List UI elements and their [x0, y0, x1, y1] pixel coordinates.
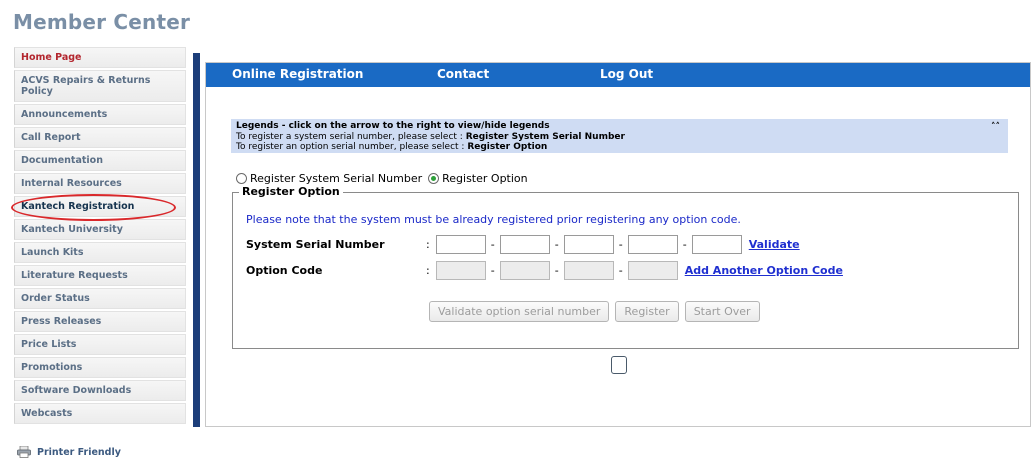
sidebar-item-announcements[interactable]: Announcements	[14, 104, 186, 125]
sidebar-divider	[193, 53, 200, 427]
legend-box: Legends - click on the arrow to the righ…	[231, 119, 1008, 153]
sidebar-item-label: Literature Requests	[21, 270, 128, 281]
validate-link[interactable]: Validate	[749, 238, 800, 251]
nav-contact[interactable]: Contact	[437, 67, 489, 81]
sidebar-item-order-status[interactable]: Order Status	[14, 288, 186, 309]
add-another-option-link[interactable]: Add Another Option Code	[685, 264, 843, 277]
serial-segment-5-input[interactable]	[691, 234, 742, 254]
sidebar-item-label: Home Page	[21, 52, 82, 63]
sidebar-item-literature-requests[interactable]: Literature Requests	[14, 265, 186, 286]
sidebar-item-home-page[interactable]: Home Page	[14, 47, 186, 68]
dash: -	[682, 237, 687, 251]
option-code-row: Option Code : - - - Add Another Option C…	[246, 260, 843, 280]
radio-label-option: Register Option	[442, 172, 528, 185]
register-option-fieldset: Register Option Please note that the sys…	[232, 185, 1019, 349]
toggle-button[interactable]	[611, 356, 627, 374]
dash: -	[618, 237, 623, 251]
dash: -	[618, 263, 623, 277]
radio-register-option[interactable]	[428, 173, 440, 184]
sidebar-item-call-report[interactable]: Call Report	[14, 127, 186, 148]
serial-segment-1-input[interactable]	[435, 234, 486, 254]
colon: :	[426, 263, 430, 277]
sidebar-item-label: Call Report	[21, 132, 81, 143]
registration-mode-group: Register System Serial Number Register O…	[236, 172, 534, 185]
start-over-button[interactable]: Start Over	[684, 301, 760, 322]
fieldset-legend: Register Option	[239, 185, 343, 198]
nav-logout[interactable]: Log Out	[600, 67, 653, 81]
sidebar-item-acvs-repairs[interactable]: ACVS Repairs & Returns Policy	[14, 70, 186, 102]
sidebar-item-label: Documentation	[21, 155, 103, 166]
sidebar-item-label: Software Downloads	[21, 385, 132, 396]
sidebar-item-label: ACVS Repairs & Returns Policy	[21, 75, 151, 97]
sidebar-item-press-releases[interactable]: Press Releases	[14, 311, 186, 332]
collapse-arrows-icon[interactable]: ˄˄	[991, 122, 1000, 133]
sidebar-item-promotions[interactable]: Promotions	[14, 357, 186, 378]
dash: -	[554, 237, 559, 251]
printer-friendly-label: Printer Friendly	[37, 446, 121, 458]
sidebar-item-webcasts[interactable]: Webcasts	[14, 403, 186, 424]
top-nav: Online Registration Contact Log Out	[206, 63, 1030, 87]
page-title: Member Center	[13, 10, 191, 34]
sidebar-item-internal-resources[interactable]: Internal Resources	[14, 173, 186, 194]
legend-line-1: To register a system serial number, plea…	[236, 132, 1003, 143]
colon: :	[426, 237, 430, 251]
nav-online-registration[interactable]: Online Registration	[232, 67, 363, 81]
serial-segment-3-input[interactable]	[563, 234, 614, 254]
option-segment-4-input[interactable]	[627, 260, 678, 280]
sidebar-item-software-downloads[interactable]: Software Downloads	[14, 380, 186, 401]
option-segment-2-input[interactable]	[499, 260, 550, 280]
legend-title: Legends - click on the arrow to the righ…	[236, 121, 550, 131]
option-segment-1-input[interactable]	[435, 260, 486, 280]
legend-line-1-text: To register a system serial number, plea…	[236, 131, 463, 142]
sidebar-item-label: Announcements	[21, 109, 108, 120]
sidebar-item-label: Price Lists	[21, 339, 77, 350]
serial-number-row: System Serial Number : - - - - Validate	[246, 234, 800, 254]
notice-text: Please note that the system must be alre…	[246, 213, 741, 226]
sidebar-item-label: Launch Kits	[21, 247, 84, 258]
sidebar-item-label: Webcasts	[21, 408, 73, 419]
sidebar-item-launch-kits[interactable]: Launch Kits	[14, 242, 186, 263]
validate-option-button[interactable]: Validate option serial number	[429, 301, 610, 322]
serial-segment-4-input[interactable]	[627, 234, 678, 254]
dash: -	[490, 263, 495, 277]
highlight-annotation	[11, 194, 176, 221]
button-row: Validate option serial number Register S…	[429, 301, 760, 322]
radio-label-system-serial: Register System Serial Number	[250, 172, 423, 185]
serial-segment-2-input[interactable]	[499, 234, 550, 254]
sidebar-item-kantech-university[interactable]: Kantech University	[14, 219, 186, 240]
sidebar-item-label: Kantech University	[21, 224, 123, 235]
printer-icon	[17, 446, 31, 458]
legend-line-2-option: Register Option	[467, 142, 548, 152]
sidebar-item-label: Press Releases	[21, 316, 102, 327]
sidebar-item-price-lists[interactable]: Price Lists	[14, 334, 186, 355]
legend-line-2: To register an option serial number, ple…	[236, 142, 1003, 153]
option-code-label: Option Code	[246, 263, 323, 277]
sidebar-item-documentation[interactable]: Documentation	[14, 150, 186, 171]
legend-line-1-option: Register System Serial Number	[465, 131, 625, 142]
register-button[interactable]: Register	[615, 301, 679, 322]
sidebar-item-label: Order Status	[21, 293, 90, 304]
main-panel: Online Registration Contact Log Out Lege…	[205, 62, 1031, 427]
serial-number-label: System Serial Number	[246, 237, 385, 251]
sidebar: Home Page ACVS Repairs & Returns Policy …	[14, 47, 186, 426]
printer-friendly-link[interactable]: Printer Friendly	[17, 446, 121, 458]
sidebar-item-label: Promotions	[21, 362, 83, 373]
dash: -	[554, 263, 559, 277]
option-segment-3-input[interactable]	[563, 260, 614, 280]
sidebar-item-label: Internal Resources	[21, 178, 122, 189]
radio-register-system-serial[interactable]	[236, 173, 247, 184]
legend-line-2-text: To register an option serial number, ple…	[236, 142, 465, 152]
dash: -	[490, 237, 495, 251]
